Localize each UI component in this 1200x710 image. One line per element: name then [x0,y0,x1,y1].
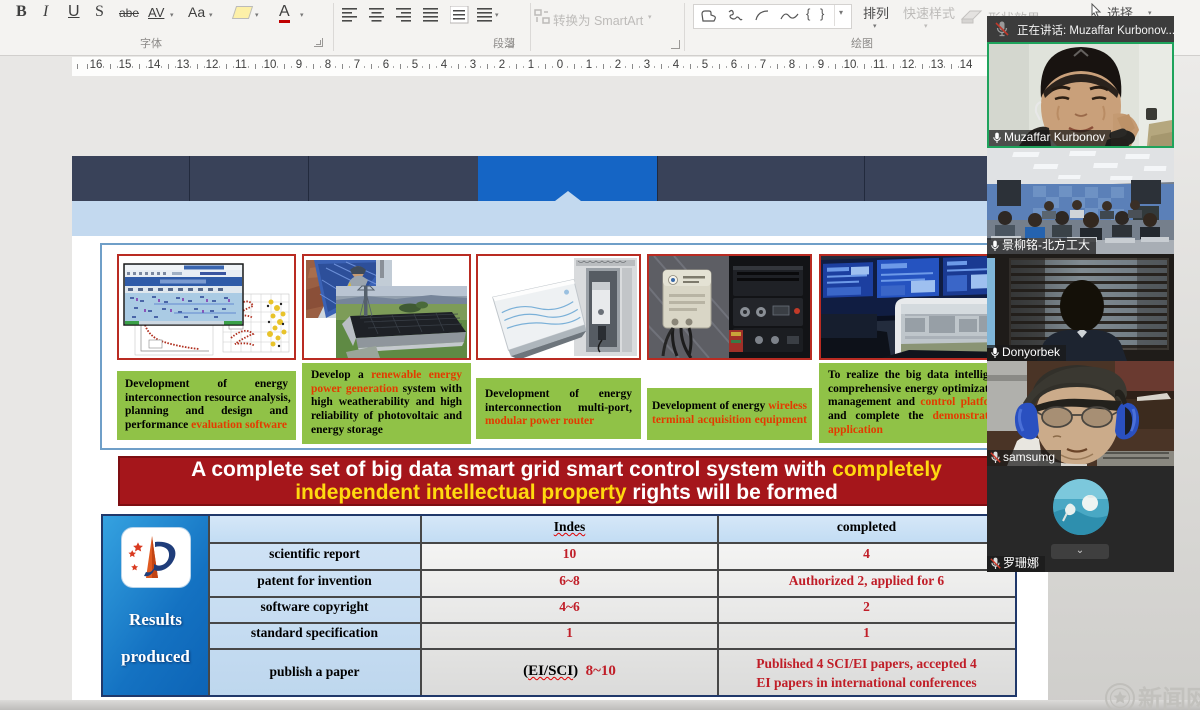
svg-text:新闻网: 新闻网 [1138,685,1200,710]
